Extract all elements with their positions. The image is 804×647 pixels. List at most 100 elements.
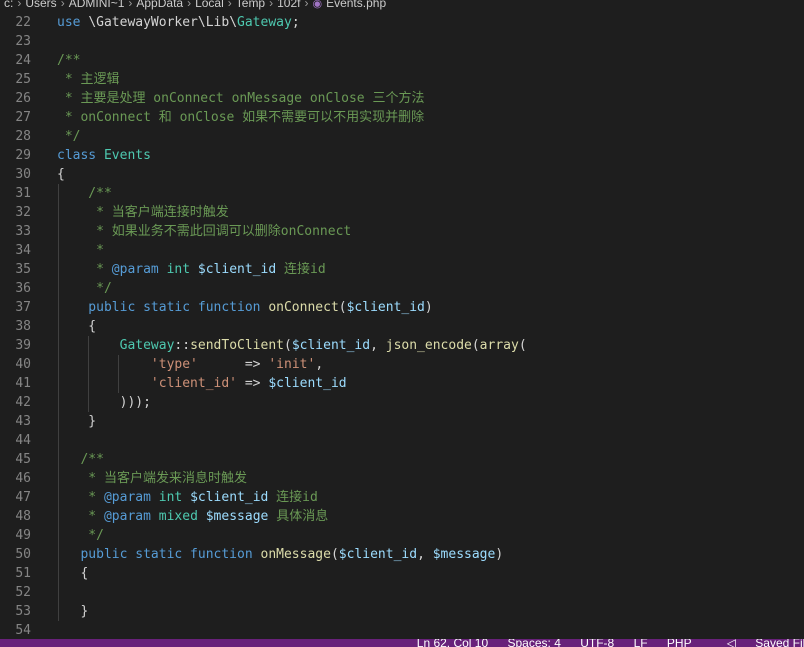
breadcrumb-segment[interactable]: Local [195, 0, 224, 10]
code-text: * @param int $client_id 连接id [57, 488, 318, 507]
chevron-right-icon: › [227, 0, 232, 10]
code-line[interactable]: 30 { [0, 165, 804, 184]
code-text: * [57, 241, 104, 260]
language-mode[interactable]: PHP [667, 639, 691, 647]
code-line[interactable]: 44 [0, 431, 804, 450]
breadcrumb-file[interactable]: Events.php [326, 0, 386, 10]
line-number: 38 [15, 319, 31, 334]
code-token: } [57, 414, 97, 429]
line-number: 50 [15, 547, 31, 562]
line-number: 35 [15, 262, 31, 277]
code-token: => [237, 376, 269, 391]
code-text: /** [57, 184, 112, 203]
code-token: \GatewayWorker\Lib\ [88, 15, 238, 30]
indentation-status[interactable]: Spaces: 4 [508, 639, 561, 647]
line-number: 31 [15, 186, 31, 201]
code-token: ( [330, 547, 339, 562]
breadcrumb-segment[interactable]: c: [4, 0, 13, 10]
code-line[interactable]: 38 { [0, 317, 804, 336]
code-token: * [57, 509, 104, 524]
breadcrumb-path: c: › Users › ADMINI~1 › AppData › Local › Temp › 102… [4, 0, 386, 10]
line-number: 42 [15, 395, 31, 410]
code-line[interactable]: 39 Gateway::sendToClient($client_id, jso… [0, 336, 804, 355]
code-line[interactable]: 43 } [0, 412, 804, 431]
code-line[interactable]: 25 * 主逻辑 [0, 70, 804, 89]
line-number: 34 [15, 243, 31, 258]
line-number: 24 [15, 53, 31, 68]
line-number: 26 [15, 91, 31, 106]
code-line[interactable]: 33 * 如果业务不需此回调可以删除onConnect [0, 222, 804, 241]
breadcrumb-segment[interactable]: Users [25, 0, 56, 10]
code-line[interactable]: 27 * onConnect 和 onClose 如果不需要可以不用实现并删除 [0, 108, 804, 127]
code-line[interactable]: 50 public static function onMessage($cli… [0, 545, 804, 564]
breadcrumb-segment[interactable]: ADMINI~1 [69, 0, 125, 10]
line-number: 46 [15, 471, 31, 486]
code-token: { [57, 319, 97, 334]
line-number: 41 [15, 376, 31, 391]
code-line[interactable]: 52 [0, 583, 804, 602]
code-line[interactable]: 31 /** [0, 184, 804, 203]
code-token: } [57, 604, 89, 619]
code-line[interactable]: 26 * 主要是处理 onConnect onMessage onClose 三… [0, 89, 804, 108]
code-token: ) [424, 300, 433, 315]
chevron-right-icon: › [17, 0, 22, 10]
code-text: 'client_id' => $client_id [57, 374, 347, 393]
code-line[interactable]: 23 [0, 32, 804, 51]
code-line[interactable]: 28 */ [0, 127, 804, 146]
code-line[interactable]: 32 * 当客户端连接时触发 [0, 203, 804, 222]
code-line[interactable]: 46 * 当客户端发来消息时触发 [0, 469, 804, 488]
code-line[interactable]: 37 public static function onConnect($cli… [0, 298, 804, 317]
code-token: public static function [57, 547, 261, 562]
line-number: 27 [15, 110, 31, 125]
code-token: * 当客户端发来消息时触发 [57, 471, 247, 486]
code-line[interactable]: 40 'type' => 'init', [0, 355, 804, 374]
code-text: public static function onConnect($client… [57, 298, 433, 317]
code-line[interactable]: 42 ))); [0, 393, 804, 412]
breadcrumb-segment[interactable]: Temp [236, 0, 265, 10]
code-line[interactable]: 41 'client_id' => $client_id [0, 374, 804, 393]
code-line[interactable]: 36 */ [0, 279, 804, 298]
code-line[interactable]: 53 } [0, 602, 804, 621]
line-number: 39 [15, 338, 31, 353]
code-token: /** [57, 186, 112, 201]
code-line[interactable]: 49 */ [0, 526, 804, 545]
code-text: /** [57, 51, 80, 70]
code-text: * 主要是处理 onConnect onMessage onClose 三个方法 [57, 89, 425, 108]
code-token: /** [57, 53, 81, 68]
code-token: * [57, 262, 112, 277]
line-number: 29 [15, 148, 31, 163]
code-line[interactable]: 54 [0, 621, 804, 639]
breadcrumb[interactable]: c: › Users › ADMINI~1 › AppData › Local › Temp › 102… [0, 0, 804, 12]
breadcrumb-segment[interactable]: AppData [136, 0, 183, 10]
code-line[interactable]: 35 * @param int $client_id 连接id [0, 260, 804, 279]
code-line[interactable]: 51 { [0, 564, 804, 583]
line-number: 37 [15, 300, 31, 315]
code-line[interactable]: 29 class Events [0, 146, 804, 165]
code-text: } [57, 412, 96, 431]
eol-status[interactable]: LF [634, 639, 648, 647]
chevron-right-icon: › [304, 0, 309, 10]
code-token: $client_id [268, 376, 347, 391]
status-bar: Ln 62, Col 10 Spaces: 4 UTF-8 LF PHP ◁ S… [0, 639, 804, 647]
code-token: * 主逻辑 [57, 72, 120, 87]
code-token: * [57, 243, 104, 258]
code-text: */ [57, 127, 81, 146]
code-line[interactable]: 34 * [0, 241, 804, 260]
code-line[interactable]: 24 /** [0, 51, 804, 70]
code-line[interactable]: 22 use \GatewayWorker\Lib\Gateway; [0, 13, 804, 32]
code-line[interactable]: 48 * @param mixed $message 具体消息 [0, 507, 804, 526]
code-token: $message [432, 547, 496, 562]
encoding-status[interactable]: UTF-8 [580, 639, 614, 647]
code-editor[interactable]: 22 use \GatewayWorker\Lib\Gateway; 23 24 /**… [0, 13, 804, 639]
code-text: 'type' => 'init', [57, 355, 323, 374]
cursor-position[interactable]: Ln 62, Col 10 [417, 639, 488, 647]
code-line[interactable]: 47 * @param int $client_id 连接id [0, 488, 804, 507]
code-line[interactable]: 45 /** [0, 450, 804, 469]
line-number: 36 [15, 281, 31, 296]
code-token: 'init' [268, 357, 316, 372]
code-token: ; [291, 15, 300, 30]
code-text: * 主逻辑 [57, 70, 120, 89]
code-token: @param [103, 509, 159, 524]
code-token: @param [111, 262, 167, 277]
breadcrumb-segment[interactable]: 102f [277, 0, 300, 10]
